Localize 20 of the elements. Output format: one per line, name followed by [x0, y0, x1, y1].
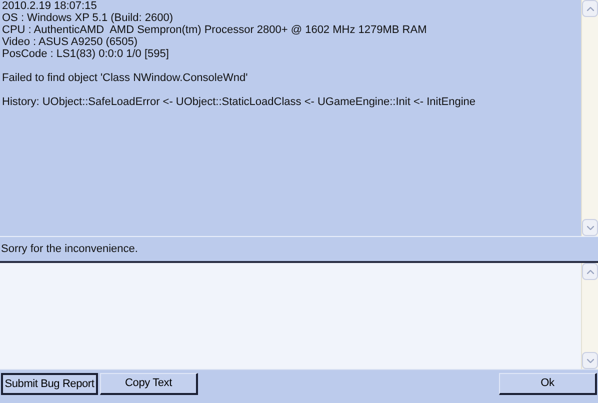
- scroll-up-button[interactable]: [582, 0, 598, 17]
- caret-down-icon: [586, 358, 594, 362]
- dialog-button[interactable]: Ok: [499, 373, 597, 395]
- log-line: CPU : AuthenticAMD AMD Sempron(tm) Processor 2800+ @ 1602 MHz 1279MB RAM: [2, 24, 428, 36]
- log-line: History: UObject::SafeLoadError <- UObject::StaticLoadClass <- UGameEngine::Init <- InitEngine: [2, 96, 477, 108]
- scroll-down-button[interactable]: [582, 219, 598, 236]
- scroll-up-button[interactable]: [582, 263, 598, 280]
- scrollbar[interactable]: [581, 263, 598, 369]
- caret-down-icon: [586, 226, 594, 230]
- scroll-down-button[interactable]: [582, 352, 598, 369]
- log-line: 2010.2.19 18:07:15: [2, 0, 98, 12]
- caret-up-icon: [586, 270, 594, 274]
- log-line: Failed to find object 'Class NWindow.ConsoleWnd': [2, 72, 249, 84]
- log-line: Video : ASUS A9250 (6505): [2, 36, 139, 48]
- dialog-button[interactable]: Copy Text: [100, 373, 198, 395]
- log-line: OS : Windows XP 5.1 (Build: 2600): [2, 12, 174, 24]
- caret-up-icon: [586, 6, 594, 10]
- scrollbar[interactable]: [581, 0, 598, 236]
- dialog-button[interactable]: Submit Bug Report: [1, 373, 98, 395]
- log-line: PosCode : LS1(83) 0:0:0 1/0 [595]: [2, 48, 170, 60]
